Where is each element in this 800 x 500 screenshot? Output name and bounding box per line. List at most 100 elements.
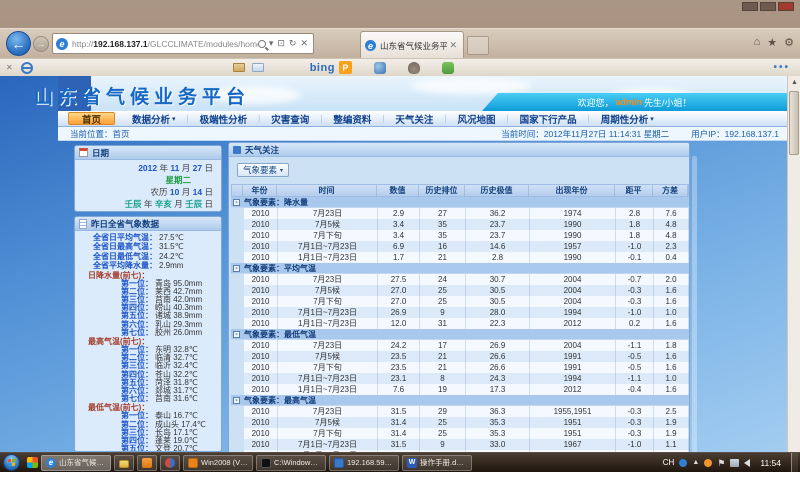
blocked-icon[interactable] xyxy=(21,62,33,74)
nav-item-6[interactable]: 天气关注 xyxy=(384,112,444,126)
username: admin xyxy=(615,97,642,107)
table-group-row[interactable]: -气象要素：最低气温 xyxy=(231,329,689,340)
column-header: 历史排位 xyxy=(419,185,465,196)
collapse-icon[interactable]: - xyxy=(233,199,240,206)
refresh-icon[interactable]: ↻ xyxy=(287,38,299,49)
show-desktop-button[interactable] xyxy=(791,453,798,473)
card-icon[interactable] xyxy=(233,63,245,72)
nav-item-3[interactable]: 极端性分析 xyxy=(189,112,259,126)
taskbar-button-5[interactable]: Win2008 (VS2... xyxy=(183,455,253,471)
table-group-row[interactable]: -气象要素：降水量 xyxy=(231,197,689,208)
collapse-icon[interactable]: - xyxy=(233,397,240,404)
table-group-row[interactable]: -气象要素：平均气温 xyxy=(231,263,689,274)
nav-item-8[interactable]: 国家下行产品 xyxy=(509,112,588,126)
close-toolbar-icon[interactable]: ✕ xyxy=(6,63,13,72)
taskbar-button-2[interactable] xyxy=(114,455,134,471)
volume-icon[interactable] xyxy=(744,459,750,467)
panel-icon xyxy=(233,146,241,154)
weekday: 星期二 xyxy=(75,174,221,186)
search-dropdown-icon[interactable]: ▾ xyxy=(267,38,276,49)
nav-item-4[interactable]: 灾害查询 xyxy=(260,112,320,126)
nav-item-7[interactable]: 风况地图 xyxy=(447,112,507,126)
favorites-star-icon[interactable]: ★ xyxy=(767,36,777,49)
network-icon[interactable] xyxy=(730,459,739,467)
pinned-app-icon[interactable] xyxy=(27,457,38,468)
element-filter-button[interactable]: 气象要素▾ xyxy=(237,163,289,177)
taskbar-button-6[interactable]: C:\Windows\s... xyxy=(256,455,326,471)
taskbar-clock[interactable]: 11:54 xyxy=(755,458,786,468)
column-header: 距平 xyxy=(615,185,653,196)
page-title: 山东省气候业务平台 xyxy=(34,82,250,109)
collapse-icon[interactable]: - xyxy=(233,265,240,272)
panel-edge-highlight xyxy=(692,156,697,456)
weather-watch-table: 年份时间数值历史排位历史极值出现年份距平方差-气象要素：降水量20107月23日… xyxy=(231,184,689,461)
paw-icon[interactable] xyxy=(408,62,420,74)
close-tab-icon[interactable]: ✕ xyxy=(447,40,459,51)
welcome-banner: 欢迎您，admin 先生/小姐！ xyxy=(482,93,787,111)
nav-item-1[interactable]: 首页 xyxy=(68,112,115,125)
search-icon[interactable] xyxy=(258,40,266,48)
language-indicator[interactable]: CH xyxy=(663,458,675,467)
nav-item-2[interactable]: 数据分析▾ xyxy=(121,112,187,126)
current-time-label: 当前时间：2012年11月27日 11:14:31 星期二 xyxy=(501,128,669,140)
taskbar-button-8[interactable]: W操作手册.docx ... xyxy=(402,455,472,471)
taskbar-button-7[interactable]: 192.168.59.99... xyxy=(329,455,399,471)
show-hidden-icons[interactable]: ▲ xyxy=(692,459,699,466)
table-row: 20107月下旬23.52126.61991-0.51.6 xyxy=(244,362,689,373)
table-row: 20107月下旬3.43523.719901.84.8 xyxy=(244,230,689,241)
action-center-flag-icon[interactable]: ⚑ xyxy=(717,459,725,467)
weather-list: 全省日平均气温：27.5℃全省日最高气温：31.5℃全省日最低气温：24.2℃全… xyxy=(75,231,221,452)
tray-orange-icon[interactable] xyxy=(704,459,712,467)
column-header: 出现年份 xyxy=(529,185,615,196)
orange-icon xyxy=(142,458,152,468)
table-row: 20101月1日~7月23日1.7212.81990-0.10.4 xyxy=(244,252,689,263)
user-ip-label: 用户IP：192.168.137.1 xyxy=(691,128,779,140)
home-icon[interactable]: ⌂ xyxy=(754,36,761,49)
weather-rank-item: 第七位：胶州 26.0mm xyxy=(75,329,221,337)
cmd-icon xyxy=(261,458,271,468)
bing-p-icon[interactable]: P xyxy=(339,61,352,74)
weather-watch-header: 天气关注 xyxy=(229,143,689,157)
table-row: 20107月1日~7月23日31.5933.01967-1.01.1 xyxy=(244,439,689,450)
calendar-panel-title: 日期 xyxy=(92,147,109,159)
taskbar-button-1[interactable]: e山东省气候业务平... xyxy=(41,455,111,471)
bing-logo[interactable]: bing xyxy=(310,62,335,74)
page-scrollbar[interactable]: ▲ xyxy=(787,76,800,472)
browser-tab[interactable]: e 山东省气候业务平... ✕ xyxy=(360,31,464,59)
puzzle-icon[interactable] xyxy=(442,62,454,74)
address-bar[interactable]: e http://192.168.137.1/GLCCLIMATE/module… xyxy=(52,33,314,54)
table-row: 20107月5候31.42535.31951-0.31.9 xyxy=(244,417,689,428)
forward-button[interactable]: → xyxy=(33,36,49,52)
taskbar-button-4[interactable] xyxy=(160,455,180,471)
column-header: 年份 xyxy=(243,185,277,196)
chevron-down-icon: ▾ xyxy=(280,167,283,174)
start-button[interactable] xyxy=(3,454,20,471)
scroll-up-icon[interactable]: ▲ xyxy=(788,76,800,89)
mail-icon[interactable] xyxy=(252,63,264,72)
compatibility-icon[interactable]: ⊡ xyxy=(275,38,287,49)
folder-icon xyxy=(119,460,129,468)
system-tray: CH ▲ ⚑ 11:54 xyxy=(663,453,800,473)
tray-app-icon[interactable] xyxy=(679,459,687,467)
breadcrumb: 当前位置：首页 xyxy=(58,128,130,140)
camera-icon[interactable] xyxy=(374,62,386,74)
scrollbar-thumb[interactable] xyxy=(789,91,799,155)
table-row: 20107月5候23.52126.61991-0.51.6 xyxy=(244,351,689,362)
table-header-row: 年份时间数值历史排位历史极值出现年份距平方差 xyxy=(231,184,689,197)
stop-icon[interactable]: ✕ xyxy=(298,38,310,49)
taskbar: e山东省气候业务平... Win2008 (VS2...C:\Windows\s.… xyxy=(0,452,800,472)
collapse-icon[interactable]: - xyxy=(233,331,240,338)
new-tab-button[interactable] xyxy=(467,36,489,55)
taskbar-button-3[interactable] xyxy=(137,455,157,471)
rdp-icon xyxy=(334,458,344,468)
nav-item-9[interactable]: 周期性分析▾ xyxy=(590,112,665,126)
tools-gear-icon[interactable]: ⚙ xyxy=(784,36,794,49)
table-row: 20107月1日~7月23日6.91614.61957-1.02.3 xyxy=(244,241,689,252)
nav-item-5[interactable]: 整编资料 xyxy=(322,112,382,126)
table-row: 20107月1日~7月23日26.9928.01994-1.01.0 xyxy=(244,307,689,318)
back-button[interactable]: ← xyxy=(6,31,31,56)
tab-title: 山东省气候业务平... xyxy=(380,40,447,52)
column-header: 方差 xyxy=(653,185,688,196)
more-options-icon[interactable]: ••• xyxy=(773,62,790,73)
table-group-row[interactable]: -气象要素：最高气温 xyxy=(231,395,689,406)
